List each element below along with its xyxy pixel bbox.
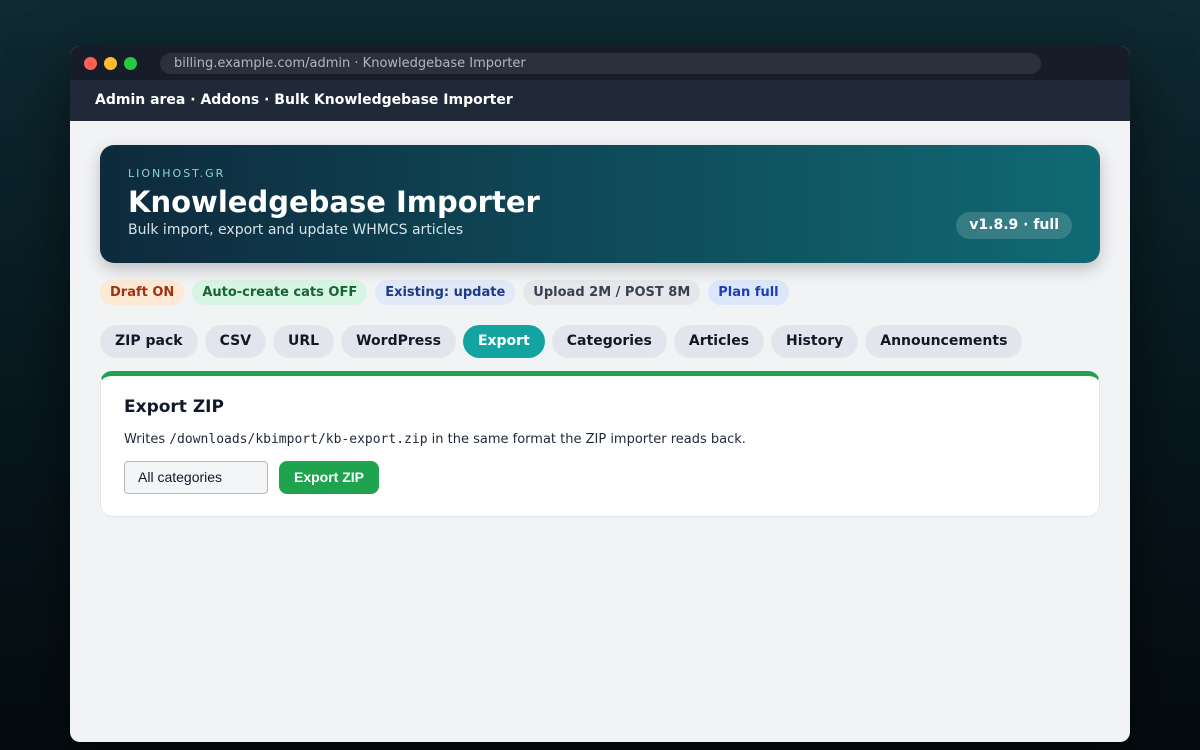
- status-chip-upload-limits: Upload 2M / POST 8M: [523, 280, 701, 305]
- hero-banner: LIONHOST.GR Knowledgebase Importer Bulk …: [100, 145, 1100, 263]
- main-content: LIONHOST.GR Knowledgebase Importer Bulk …: [70, 121, 1130, 517]
- version-badge: v1.8.9 · full: [956, 212, 1072, 239]
- admin-breadcrumb: Admin area · Addons · Bulk Knowledgebase…: [70, 80, 1130, 121]
- hero-brand: LIONHOST.GR: [128, 167, 226, 180]
- description-prefix: Writes: [124, 432, 170, 447]
- tab-history[interactable]: History: [771, 325, 859, 358]
- status-chips: Draft ON Auto-create cats OFF Existing: …: [100, 280, 1100, 305]
- tab-csv[interactable]: CSV: [204, 325, 267, 358]
- status-chip-draft: Draft ON: [100, 280, 185, 305]
- tab-categories[interactable]: Categories: [551, 325, 667, 358]
- export-panel-title: Export ZIP: [124, 397, 224, 417]
- tab-export[interactable]: Export: [462, 325, 545, 358]
- minimize-window-button[interactable]: [104, 57, 117, 70]
- tab-bar: ZIP pack CSV URL WordPress Export Catego…: [100, 325, 1100, 358]
- category-select[interactable]: All categories: [124, 461, 268, 494]
- export-controls: All categories Export ZIP: [124, 461, 1076, 494]
- tab-zip-pack[interactable]: ZIP pack: [100, 325, 198, 358]
- browser-window: billing.example.com/admin · Knowledgebas…: [70, 46, 1130, 742]
- category-select-value: All categories: [138, 469, 223, 485]
- description-suffix: in the same format the ZIP importer read…: [427, 432, 746, 447]
- export-panel-description: Writes /downloads/kbimport/kb-export.zip…: [124, 431, 1076, 449]
- close-window-button[interactable]: [84, 57, 97, 70]
- tab-articles[interactable]: Articles: [673, 325, 765, 358]
- tab-url[interactable]: URL: [273, 325, 335, 358]
- page-subtitle: Bulk import, export and update WHMCS art…: [128, 222, 464, 238]
- tab-announcements[interactable]: Announcements: [865, 325, 1023, 358]
- status-chip-existing: Existing: update: [375, 280, 516, 305]
- address-bar[interactable]: billing.example.com/admin · Knowledgebas…: [160, 53, 1041, 74]
- maximize-window-button[interactable]: [124, 57, 137, 70]
- page-title: Knowledgebase Importer: [128, 185, 540, 219]
- status-chip-auto-create: Auto-create cats OFF: [192, 280, 368, 305]
- export-panel: Export ZIP Writes /downloads/kbimport/kb…: [100, 371, 1100, 517]
- export-file-path: /downloads/kbimport/kb-export.zip: [169, 432, 428, 447]
- export-zip-button[interactable]: Export ZIP: [279, 461, 380, 494]
- tab-wordpress[interactable]: WordPress: [341, 325, 456, 358]
- browser-titlebar: billing.example.com/admin · Knowledgebas…: [70, 46, 1130, 80]
- status-chip-plan: Plan full: [708, 280, 789, 305]
